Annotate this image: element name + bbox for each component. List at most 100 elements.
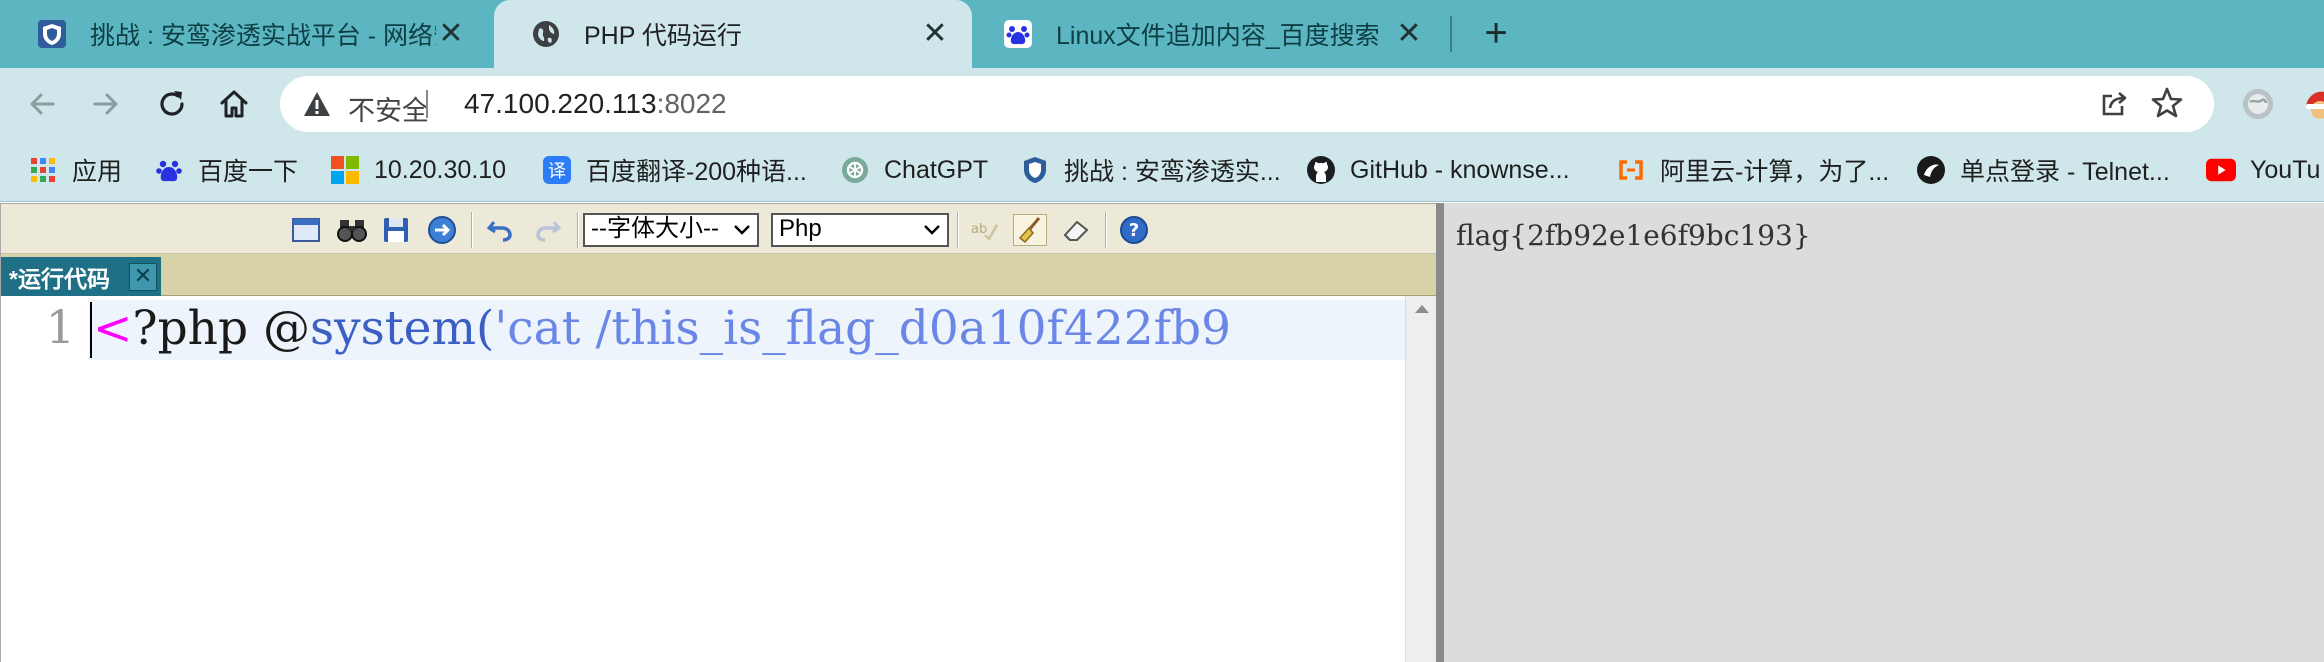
spellcheck-icon: ab — [971, 222, 999, 242]
arrow-circle-icon — [428, 216, 456, 244]
bookmark-chatgpt[interactable]: ChatGPT — [840, 152, 988, 188]
youtube-icon — [2206, 155, 2236, 185]
telnet-icon — [1916, 155, 1946, 185]
help-button[interactable]: ? — [1117, 214, 1151, 246]
editor-toolbar: --字体大小-- Php ab ? — [1, 204, 1437, 254]
spellcheck-button[interactable]: ab — [967, 214, 1001, 246]
forward-button[interactable] — [84, 82, 128, 126]
pane-splitter[interactable] — [1436, 203, 1444, 662]
extension-globe-icon[interactable] — [2240, 86, 2276, 122]
apps-grid-icon — [28, 155, 58, 185]
code-token-string: 'cat /this_is_flag_d0a10f422fb9 — [494, 301, 1232, 356]
svg-text:译: 译 — [548, 161, 566, 182]
windows-logo-icon — [330, 155, 360, 185]
undo-icon — [486, 221, 512, 242]
tab-php-runner[interactable]: PHP 代码运行 ✕ — [494, 0, 972, 68]
extension-santa-icon[interactable] — [2302, 86, 2324, 122]
line-number: 1 — [45, 300, 75, 354]
bookmark-label: ChatGPT — [884, 155, 989, 184]
svg-text:ab: ab — [971, 222, 987, 237]
tab-anluan-challenge[interactable]: 挑战 : 安鸾渗透实战平台 - 网络安 ✕ — [0, 0, 488, 68]
font-size-value: --字体大小-- — [591, 215, 719, 242]
reset-button[interactable] — [1059, 214, 1093, 246]
editor-tab-run-code[interactable]: *运行代码 ✕ — [1, 257, 161, 296]
output-pane: flag{2fb92e1e6f9bc193} — [1444, 203, 2324, 662]
arrow-right-icon — [93, 93, 118, 115]
bookmark-youtube[interactable]: YouTu — [2206, 152, 2320, 188]
text-cursor — [90, 302, 92, 358]
scroll-up-arrow-icon — [1415, 305, 1429, 313]
code-input-area[interactable]: 1 <?php @system('cat /this_is_flag_d0a10… — [1, 296, 1405, 662]
chevron-down-icon — [924, 225, 940, 235]
code-token-function: system( — [309, 301, 495, 356]
bookmark-anluan[interactable]: 挑战 : 安鸾渗透实... — [1020, 152, 1281, 188]
code-editor: --字体大小-- Php ab ? *运行代码 ✕ 1 <?php @syste… — [0, 203, 1437, 662]
bookmark-github[interactable]: GitHub - knownse... — [1306, 152, 1570, 188]
page-content: --字体大小-- Php ab ? *运行代码 ✕ 1 <?php @syste… — [0, 203, 2324, 662]
bookmarks-bar: 应用 百度一下 10.20.30.10 译 百度翻译-200种语... Chat… — [0, 140, 2324, 202]
code-line[interactable]: <?php @system('cat /this_is_flag_d0a10f4… — [93, 298, 1405, 360]
tab-title: 挑战 : 安鸾渗透实战平台 - 网络安 — [90, 22, 436, 50]
security-label[interactable]: 不安全 — [348, 89, 429, 128]
goto-button[interactable] — [425, 214, 459, 246]
code-token-at: @ — [262, 301, 310, 356]
url-host: 47.100.220.113 — [464, 88, 657, 119]
bookmark-telnet-sso[interactable]: 单点登录 - Telnet... — [1916, 152, 2170, 188]
home-icon — [220, 90, 248, 118]
reload-icon — [160, 91, 184, 116]
line-number-gutter: 1 — [1, 296, 89, 662]
output-text: flag{2fb92e1e6f9bc193} — [1456, 219, 1811, 252]
bookmark-label: 百度一下 — [198, 158, 299, 186]
close-tab-icon[interactable]: ✕ — [920, 19, 950, 49]
close-icon[interactable]: ✕ — [129, 263, 157, 291]
bookmark-label: GitHub - knownse... — [1350, 155, 1570, 184]
toolbar-separator — [957, 212, 959, 248]
new-tab-button[interactable]: + — [1476, 13, 1516, 54]
home-button[interactable] — [212, 82, 256, 126]
arrow-left-icon — [30, 93, 55, 115]
save-button[interactable] — [379, 214, 413, 246]
fullscreen-button[interactable] — [289, 214, 323, 246]
language-select[interactable]: Php — [771, 213, 949, 247]
bookmark-baidu[interactable]: 百度一下 — [154, 152, 298, 188]
translate-icon: 译 — [542, 155, 572, 185]
bookmark-label: 10.20.30.10 — [374, 155, 507, 184]
reload-button[interactable] — [150, 82, 194, 126]
redo-button[interactable] — [531, 214, 565, 246]
share-icon[interactable] — [2098, 88, 2130, 120]
toolbar-separator — [471, 212, 473, 248]
undo-button[interactable] — [483, 214, 517, 246]
tab-baidu-search[interactable]: Linux文件追加内容_百度搜索 ✕ — [966, 0, 1446, 68]
warning-triangle-icon[interactable] — [302, 89, 332, 119]
back-button[interactable] — [20, 82, 64, 126]
bookmark-apps[interactable]: 应用 — [28, 152, 122, 188]
chevron-down-icon — [734, 225, 750, 235]
bookmark-local-ip[interactable]: 10.20.30.10 — [330, 152, 506, 188]
url-text[interactable]: 47.100.220.113:8022 — [464, 88, 727, 120]
editor-scrollbar[interactable] — [1405, 296, 1437, 662]
shield-icon — [36, 18, 68, 50]
address-bar[interactable]: 不安全 47.100.220.113:8022 — [280, 76, 2214, 132]
bookmark-star-icon[interactable] — [2150, 86, 2184, 120]
toolbar-separator — [1105, 212, 1107, 248]
tab-divider — [1450, 16, 1452, 52]
bookmark-aliyun[interactable]: 阿里云-计算，为了... — [1616, 152, 1889, 188]
highlight-toggle-button[interactable] — [1013, 214, 1047, 246]
close-tab-icon[interactable]: ✕ — [1394, 19, 1424, 49]
baidu-paw-icon — [1002, 18, 1034, 50]
close-tab-icon[interactable]: ✕ — [436, 19, 466, 49]
language-value: Php — [779, 215, 822, 242]
font-size-select[interactable]: --字体大小-- — [583, 213, 759, 247]
window-icon — [292, 218, 320, 242]
editor-tab-bar: *运行代码 ✕ — [1, 254, 1437, 296]
bookmark-label: 挑战 : 安鸾渗透实... — [1064, 158, 1281, 186]
search-button[interactable] — [335, 214, 369, 246]
url-port: :8022 — [656, 88, 727, 119]
tab-strip: 挑战 : 安鸾渗透实战平台 - 网络安 ✕ PHP 代码运行 ✕ Linux文件… — [0, 0, 2324, 68]
code-token-open-tag: < — [93, 301, 133, 356]
github-icon — [1306, 155, 1336, 185]
tab-title: Linux文件追加内容_百度搜索 — [1056, 22, 1380, 50]
svg-text:?: ? — [1129, 220, 1139, 241]
bookmark-baidu-translate[interactable]: 译 百度翻译-200种语... — [542, 152, 807, 188]
bookmark-label: 应用 — [72, 158, 123, 186]
